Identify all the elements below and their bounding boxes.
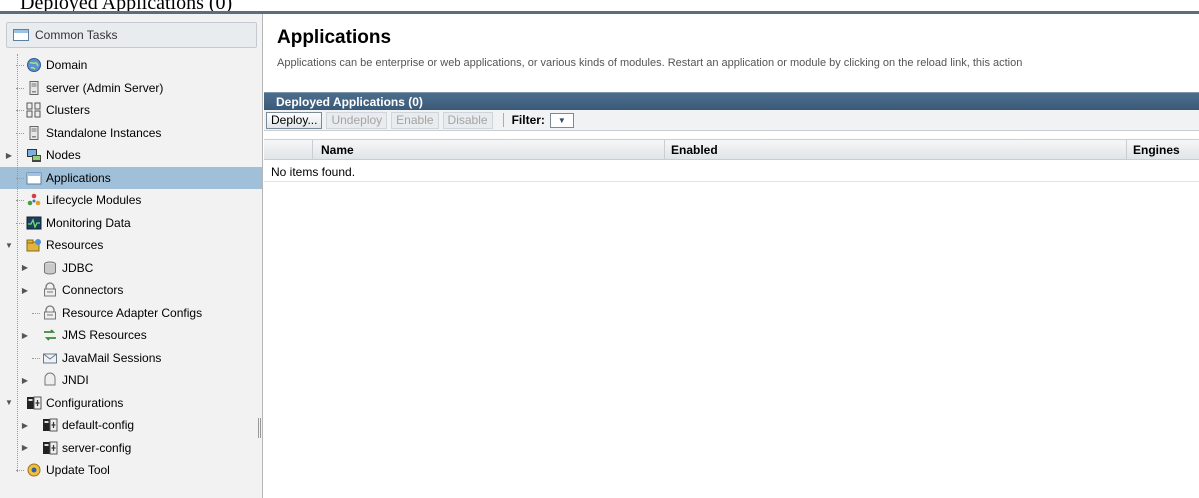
column-header-engines[interactable]: Engines [1126, 140, 1199, 160]
sidebar-item-jdbc[interactable]: ▶ JDBC [0, 257, 262, 280]
sidebar-item-javamail-sessions[interactable]: JavaMail Sessions [0, 347, 262, 370]
server-icon [26, 125, 42, 141]
sidebar-item-label: default-config [62, 418, 135, 433]
server-icon [26, 80, 42, 96]
select-column-header[interactable] [264, 140, 312, 160]
tree-connector [32, 312, 40, 314]
sidebar-item-label: Update Tool [46, 463, 110, 478]
table-icon [13, 29, 29, 41]
filter-dropdown[interactable]: ▼ [549, 112, 574, 128]
jms-icon [42, 327, 58, 343]
sidebar-item-server-config[interactable]: ▶ server-config [0, 437, 262, 460]
connector-icon [42, 282, 58, 298]
sidebar-item-label: Resource Adapter Configs [62, 305, 203, 320]
monitor-icon [26, 215, 42, 231]
globe-icon [26, 57, 42, 73]
toolbar-separator [502, 113, 504, 127]
sidebar-item-label: server (Admin Server) [46, 80, 164, 95]
sidebar-item-label: Nodes [46, 148, 81, 163]
nodes-icon [26, 147, 42, 163]
main-content: Applications Applications can be enterpr… [264, 14, 1199, 498]
sidebar-item-lifecycle-modules[interactable]: Lifecycle Modules [0, 189, 262, 212]
applications-icon [26, 170, 42, 186]
sidebar-item-resource-adapter-configs[interactable]: Resource Adapter Configs [0, 302, 262, 325]
disable-button[interactable]: Disable [442, 111, 493, 129]
empty-message: No items found. [271, 165, 356, 179]
sidebar-item-update-tool[interactable]: Update Tool [0, 459, 262, 482]
column-header-enabled[interactable]: Enabled [664, 140, 1126, 160]
table-title-bar: Deployed Applications (0) [264, 92, 1199, 110]
config-icon [42, 440, 58, 456]
sidebar-item-jndi[interactable]: ▶ JNDI [0, 369, 262, 392]
sidebar-item-server-admin-server[interactable]: server (Admin Server) [0, 77, 262, 100]
sidebar-item-resources[interactable]: ▼ Resources [0, 234, 262, 257]
sidebar: Common Tasks Domain server (Admin Server)… [0, 14, 263, 498]
sidebar-item-label: Configurations [46, 395, 124, 410]
common-tasks-label: Common Tasks [35, 28, 118, 42]
connector-icon [42, 305, 58, 321]
table-title: Deployed Applications (0) [276, 95, 423, 109]
enable-button[interactable]: Enable [391, 111, 439, 129]
sidebar-item-label: JavaMail Sessions [62, 350, 162, 365]
sidebar-item-label: server-config [62, 440, 132, 455]
expand-arrow-icon[interactable]: ▶ [20, 421, 30, 430]
sidebar-item-applications[interactable]: Applications [0, 166, 262, 189]
sidebar-item-label: Lifecycle Modules [46, 193, 142, 208]
cluster-icon [26, 102, 42, 118]
sidebar-item-label: Standalone Instances [46, 125, 162, 140]
expand-arrow-icon[interactable]: ▶ [20, 286, 30, 295]
sidebar-item-label: Applications [46, 170, 111, 185]
expand-arrow-icon[interactable]: ▶ [20, 376, 30, 385]
update-tool-icon [26, 462, 42, 478]
table-empty-row: No items found. [264, 160, 1199, 182]
chevron-down-icon: ▼ [557, 115, 566, 125]
sidebar-item-label: JDBC [62, 260, 94, 275]
config-icon [26, 395, 42, 411]
config-icon [42, 417, 58, 433]
jndi-icon [42, 372, 58, 388]
lifecycle-icon [26, 192, 42, 208]
sidebar-item-label: Domain [46, 58, 88, 73]
sidebar-item-default-config[interactable]: ▶ default-config [0, 414, 262, 437]
sidebar-item-configurations[interactable]: ▼ Configurations [0, 392, 262, 415]
filter-label: Filter: [511, 113, 545, 127]
common-tasks-button[interactable]: Common Tasks [6, 22, 257, 48]
expand-arrow-icon[interactable]: ▶ [20, 331, 30, 340]
expand-arrow-icon[interactable]: ▶ [4, 151, 14, 160]
sidebar-item-monitoring-data[interactable]: Monitoring Data [0, 212, 262, 235]
sidebar-item-connectors[interactable]: ▶ Connectors [0, 279, 262, 302]
database-icon [42, 260, 58, 276]
page-description: Applications can be enterprise or web ap… [277, 57, 1023, 69]
mail-icon [42, 350, 58, 366]
sidebar-item-label: Connectors [62, 283, 124, 298]
sidebar-item-standalone-instances[interactable]: Standalone Instances [0, 122, 262, 145]
page-title: Applications [277, 27, 392, 48]
splitter-handle[interactable] [258, 418, 261, 438]
expand-arrow-icon[interactable]: ▶ [20, 263, 30, 272]
collapse-arrow-icon[interactable]: ▼ [4, 398, 14, 407]
sidebar-item-label: Clusters [46, 103, 91, 118]
deploy-button[interactable]: Deploy... [266, 111, 323, 129]
sidebar-item-domain[interactable]: Domain [0, 54, 262, 77]
table-toolbar: Deploy... Undeploy Enable Disable Filter… [264, 110, 1199, 131]
sidebar-item-label: Monitoring Data [46, 215, 131, 230]
table-header: Name Enabled Engines [264, 139, 1199, 160]
sidebar-item-label: Resources [46, 238, 104, 253]
sidebar-item-jms-resources[interactable]: ▶ JMS Resources [0, 324, 262, 347]
column-header-name[interactable]: Name [312, 140, 664, 160]
tree-connector [32, 357, 40, 359]
expand-arrow-icon[interactable]: ▶ [20, 443, 30, 452]
sidebar-item-clusters[interactable]: Clusters [0, 99, 262, 122]
undeploy-button[interactable]: Undeploy [326, 111, 388, 129]
sidebar-item-nodes[interactable]: ▶ Nodes [0, 144, 262, 167]
collapse-arrow-icon[interactable]: ▼ [4, 241, 14, 250]
resources-icon [26, 237, 42, 253]
sidebar-item-label: JMS Resources [62, 328, 147, 343]
sidebar-item-label: JNDI [62, 373, 89, 388]
tree-guide-line [17, 54, 18, 472]
